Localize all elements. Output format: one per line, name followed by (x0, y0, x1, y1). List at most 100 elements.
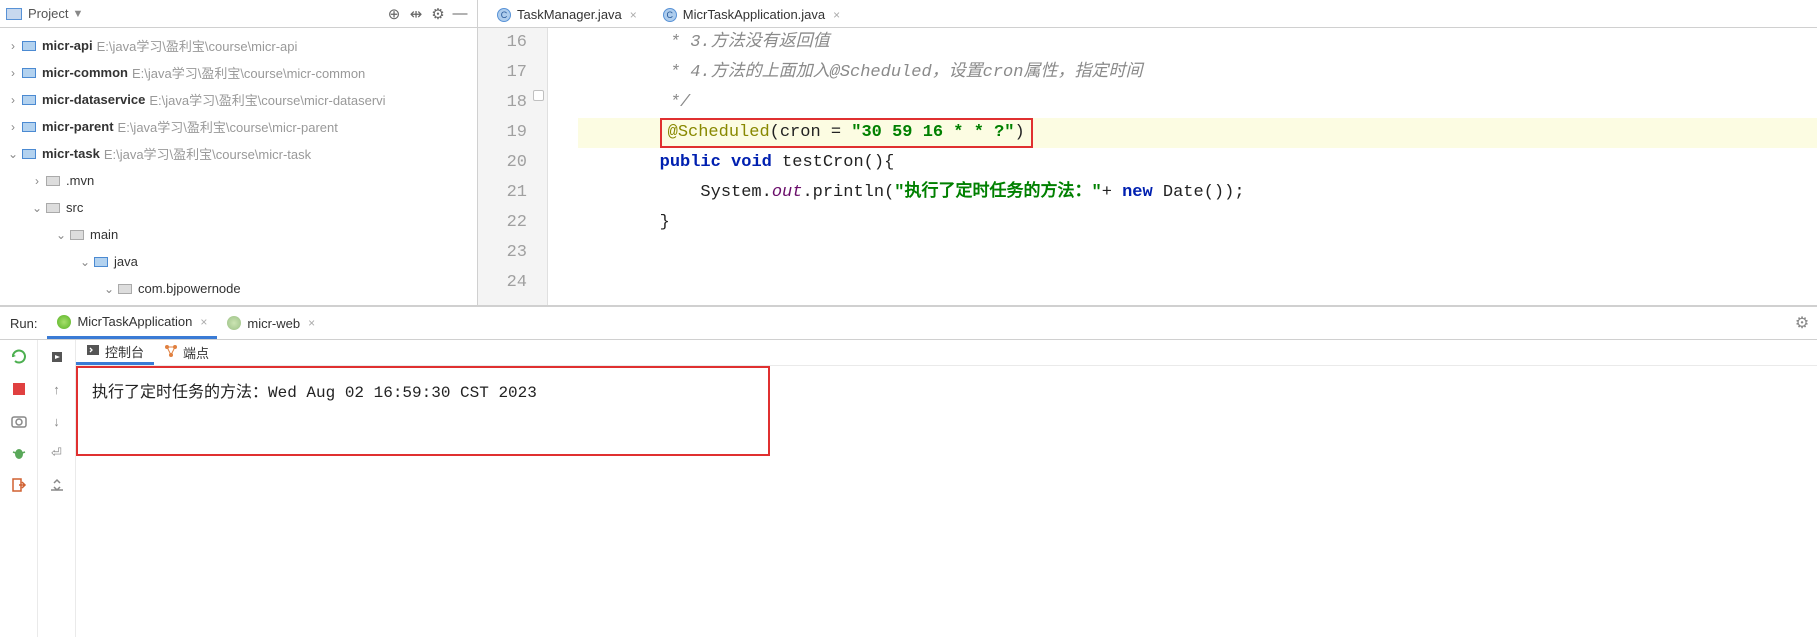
code-line[interactable]: */ (578, 88, 1817, 118)
tree-path: E:\java学习\盈利宝\course\micr-task (104, 144, 311, 163)
run-tab-MicrTaskApplication[interactable]: MicrTaskApplication × (47, 307, 217, 339)
code-line[interactable]: System.out.println("执行了定时任务的方法："+ new Da… (578, 178, 1817, 208)
run-content: 控制台 端点 执行了定时任务的方法：Wed Aug 02 16:59:30 CST… (76, 340, 1817, 637)
chevron-icon[interactable]: ⌄ (30, 201, 44, 215)
bug-icon[interactable] (7, 440, 31, 466)
tree-item-com.bjpowernode[interactable]: ⌄ com.bjpowernode (0, 275, 477, 302)
code-line[interactable] (578, 238, 1817, 268)
tree-label: micr-api (42, 38, 93, 53)
project-icon (6, 8, 22, 20)
tab-label: MicrTaskApplication.java (683, 7, 825, 22)
run-label: Run: (0, 316, 47, 331)
line-number: 24 (478, 268, 527, 298)
java-class-icon: C (497, 8, 511, 22)
gear-icon[interactable]: ⚙ (1787, 313, 1817, 333)
step-icon[interactable] (45, 344, 69, 370)
exit-icon[interactable] (7, 472, 31, 498)
tree-item-java[interactable]: ⌄java (0, 248, 477, 275)
line-number: 21 (478, 178, 527, 208)
chevron-icon[interactable]: › (6, 39, 20, 53)
sub-tab-控制台[interactable]: 控制台 (76, 340, 154, 365)
line-number: 20 (478, 148, 527, 178)
close-icon[interactable]: × (630, 8, 637, 22)
folder-icon (46, 203, 60, 213)
code-line[interactable] (578, 268, 1817, 298)
code-line[interactable]: @Scheduled(cron = "30 59 16 * * ?") (578, 118, 1817, 148)
console-output[interactable]: 执行了定时任务的方法：Wed Aug 02 16:59:30 CST 2023 (76, 366, 770, 456)
code-line[interactable]: } (578, 208, 1817, 238)
run-mid-toolbar: ↑ ↓ ⏎ (38, 340, 76, 637)
tree-path: E:\java学习\盈利宝\course\micr-api (97, 36, 298, 55)
run-tab-micr-web[interactable]: micr-web × (217, 307, 325, 339)
chevron-icon[interactable]: ⌄ (54, 228, 68, 242)
tree-label: .mvn (66, 173, 94, 188)
run-tabs: MicrTaskApplication × micr-web × (47, 307, 325, 339)
dropdown-icon[interactable]: ▼ (72, 8, 83, 20)
project-panel: Project ▼ ⊕ ⇹ ⚙ — › micr-api E:\java学习\盈利宝… (0, 0, 478, 305)
module-icon (22, 68, 36, 78)
folder-icon (70, 230, 84, 240)
fold-icon[interactable] (533, 90, 544, 101)
chevron-icon[interactable]: ⌄ (78, 255, 92, 269)
target-icon[interactable]: ⊕ (383, 3, 405, 25)
code-line[interactable]: * 4.方法的上面加入@Scheduled，设置cron属性，指定时间 (578, 58, 1817, 88)
camera-icon[interactable] (7, 408, 31, 434)
console-line: 执行了定时任务的方法：Wed Aug 02 16:59:30 CST 2023 (92, 384, 537, 402)
tab-label: TaskManager.java (517, 7, 622, 22)
close-icon[interactable]: × (833, 8, 840, 22)
console-icon (86, 344, 100, 359)
settings-icon[interactable]: ⚙ (427, 3, 449, 25)
tree-item-micr-dataservice[interactable]: ›micr-dataserviceE:\java学习\盈利宝\course\mi… (0, 86, 477, 113)
code-line[interactable]: * 3.方法没有返回值 (578, 28, 1817, 58)
folder-icon (94, 257, 108, 267)
tree-item-micr-api[interactable]: › micr-api E:\java学习\盈利宝\course\micr-api (0, 32, 477, 59)
run-tab-label: MicrTaskApplication (77, 314, 192, 329)
editor-tab-MicrTaskApplication.java[interactable]: C MicrTaskApplication.java × (652, 1, 851, 27)
chevron-icon[interactable]: › (6, 66, 20, 80)
tree-path: E:\java学习\盈利宝\course\micr-dataservi (149, 90, 385, 109)
editor-tab-TaskManager.java[interactable]: C TaskManager.java × (486, 1, 648, 27)
collapse-icon[interactable]: ⇹ (405, 3, 427, 25)
chevron-icon[interactable]: ⌄ (6, 147, 20, 161)
tree-item-micr-parent[interactable]: ›micr-parentE:\java学习\盈利宝\course\micr-pa… (0, 113, 477, 140)
tree-label: com.bjpowernode (138, 281, 241, 296)
chevron-icon[interactable]: › (30, 174, 44, 188)
wrap-icon[interactable]: ⏎ (45, 440, 69, 466)
chevron-icon[interactable]: ⌄ (102, 282, 116, 296)
run-left-toolbar (0, 340, 38, 637)
down-arrow-icon[interactable]: ↓ (45, 408, 69, 434)
tree-item-micr-task[interactable]: ⌄ micr-task E:\java学习\盈利宝\course\micr-task (0, 140, 477, 167)
sub-tab-label: 端点 (183, 343, 209, 362)
java-class-icon: C (663, 8, 677, 22)
scroll-icon[interactable] (45, 472, 69, 498)
project-tree[interactable]: ›micr-apiE:\java学习\盈利宝\course\micr-api›m… (0, 28, 477, 305)
up-arrow-icon[interactable]: ↑ (45, 376, 69, 402)
tree-label: micr-task (42, 146, 100, 161)
stop-icon[interactable] (7, 376, 31, 402)
spring-icon (57, 315, 71, 329)
run-tab-label: micr-web (247, 316, 300, 331)
close-icon[interactable]: × (200, 315, 207, 329)
tree-item-src[interactable]: ⌄src (0, 194, 477, 221)
line-number: 16 (478, 28, 527, 58)
code-lines[interactable]: * 3.方法没有返回值 * 4.方法的上面加入@Scheduled，设置cron… (548, 28, 1817, 305)
folder-icon (118, 284, 132, 294)
rerun-icon[interactable] (7, 344, 31, 370)
tree-item-micr-common[interactable]: ›micr-commonE:\java学习\盈利宝\course\micr-co… (0, 59, 477, 86)
sub-tab-端点[interactable]: 端点 (154, 340, 219, 365)
editor-body: 161718192021222324 * 3.方法没有返回值 * 4.方法的上面… (478, 28, 1817, 305)
module-icon (22, 95, 36, 105)
code-line[interactable]: public void testCron(){ (578, 148, 1817, 178)
tree-label: micr-parent (42, 119, 114, 134)
close-icon[interactable]: × (308, 316, 315, 330)
editor-area: C TaskManager.java × C MicrTaskApplication.j… (478, 0, 1817, 305)
endpoints-icon (164, 344, 178, 361)
chevron-icon[interactable]: › (6, 120, 20, 134)
chevron-icon[interactable]: › (6, 93, 20, 107)
project-title[interactable]: Project (28, 6, 68, 21)
tree-label: main (90, 227, 118, 242)
tree-item-.mvn[interactable]: › .mvn (0, 167, 477, 194)
tree-item-main[interactable]: ⌄ main (0, 221, 477, 248)
hide-icon[interactable]: — (449, 3, 471, 25)
run-header: Run: MicrTaskApplication × micr-web × ⚙ (0, 306, 1817, 340)
